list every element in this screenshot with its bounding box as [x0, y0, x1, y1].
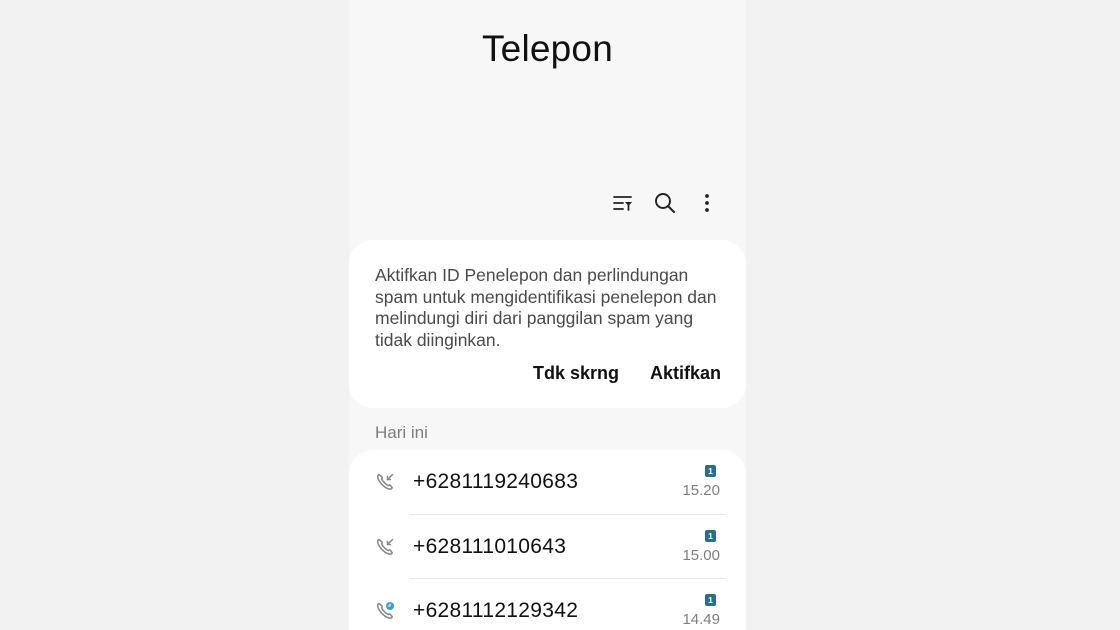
caller-id-banner: Aktifkan ID Penelepon dan perlindungan s… — [349, 240, 746, 408]
call-log-item[interactable]: +6281112129342 1 14.49 — [349, 579, 746, 630]
incoming-call-icon — [376, 473, 394, 490]
phone-screen: Telepon Aktifkan ID Penelepon dan perlin… — [349, 0, 746, 630]
call-time: 14.49 — [682, 611, 720, 628]
call-number: +6281112129342 — [413, 599, 579, 622]
section-header-today: Hari ini — [375, 423, 428, 442]
call-time: 15.00 — [682, 547, 720, 564]
filter-button[interactable] — [608, 188, 638, 218]
search-icon — [655, 193, 675, 213]
more-options-button[interactable] — [692, 188, 722, 218]
not-now-button[interactable]: Tdk skrng — [533, 363, 619, 384]
video-call-icon — [376, 602, 394, 619]
sim-badge: 1 — [705, 594, 716, 606]
call-log-list: +6281119240683 1 15.20 +628111010643 1 1… — [349, 450, 746, 630]
sim-badge: 1 — [705, 465, 716, 477]
incoming-call-icon — [376, 538, 394, 555]
toolbar — [596, 188, 722, 218]
sim-badge: 1 — [705, 530, 716, 542]
call-number: +628111010643 — [413, 535, 567, 558]
search-button[interactable] — [650, 188, 680, 218]
call-number: +6281119240683 — [413, 470, 579, 493]
enable-button[interactable]: Aktifkan — [650, 363, 721, 384]
filter-icon — [613, 196, 632, 211]
page-title: Telepon — [481, 28, 613, 69]
call-time: 15.20 — [682, 482, 720, 499]
call-log-item[interactable]: +628111010643 1 15.00 — [349, 515, 746, 579]
banner-message: Aktifkan ID Penelepon dan perlindungan s… — [375, 265, 717, 350]
more-options-icon — [705, 194, 709, 212]
call-log-item[interactable]: +6281119240683 1 15.20 — [349, 450, 746, 514]
